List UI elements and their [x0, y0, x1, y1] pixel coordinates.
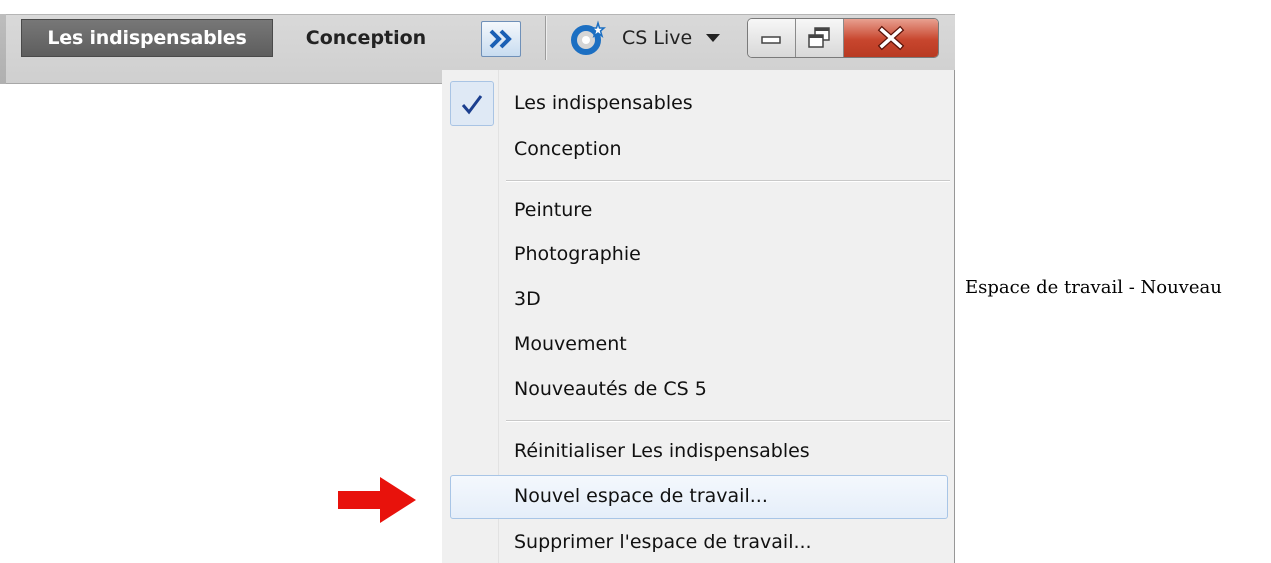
workspace-button-active[interactable]: Les indispensables: [21, 19, 273, 57]
more-workspaces-button[interactable]: [481, 21, 521, 57]
checked-indicator: [450, 81, 494, 126]
menu-item-nouveautes-cs5[interactable]: Nouveautés de CS 5: [514, 374, 707, 404]
menu-item-3d[interactable]: 3D: [514, 284, 541, 314]
menu-item-mouvement[interactable]: Mouvement: [514, 329, 627, 359]
close-icon: [877, 25, 905, 51]
menu-separator: [506, 180, 950, 181]
double-chevron-right-icon: [489, 29, 512, 49]
chevron-down-icon[interactable]: [706, 34, 720, 42]
pointer-arrow-icon: [338, 477, 416, 523]
menu-item-nouvel-espace[interactable]: Nouvel espace de travail...: [514, 481, 768, 511]
window-controls: [747, 18, 939, 58]
close-button[interactable]: [844, 19, 938, 57]
checkmark-icon: [461, 95, 483, 115]
menu-item-les-indispensables[interactable]: Les indispensables: [514, 88, 693, 118]
menu-separator: [506, 420, 950, 421]
cs-live-icon: [571, 20, 606, 55]
menu-item-reinitialiser[interactable]: Réinitialiser Les indispensables: [514, 436, 810, 466]
menu-item-photographie[interactable]: Photographie: [514, 239, 641, 269]
menu-item-conception[interactable]: Conception: [514, 134, 622, 164]
image-caption: Espace de travail - Nouveau: [965, 277, 1222, 298]
toolbar-separator: [545, 16, 546, 60]
workspace-button-conception[interactable]: Conception: [286, 19, 446, 57]
minimize-icon: [761, 36, 781, 44]
toolbar-left-edge: [0, 14, 6, 84]
cs-live-label[interactable]: CS Live: [622, 22, 692, 54]
restore-icon: [808, 27, 830, 48]
minimize-button[interactable]: [748, 19, 796, 57]
menu-item-supprimer-espace[interactable]: Supprimer l'espace de travail...: [514, 527, 812, 557]
restore-button[interactable]: [796, 19, 844, 57]
menu-item-peinture[interactable]: Peinture: [514, 195, 592, 225]
